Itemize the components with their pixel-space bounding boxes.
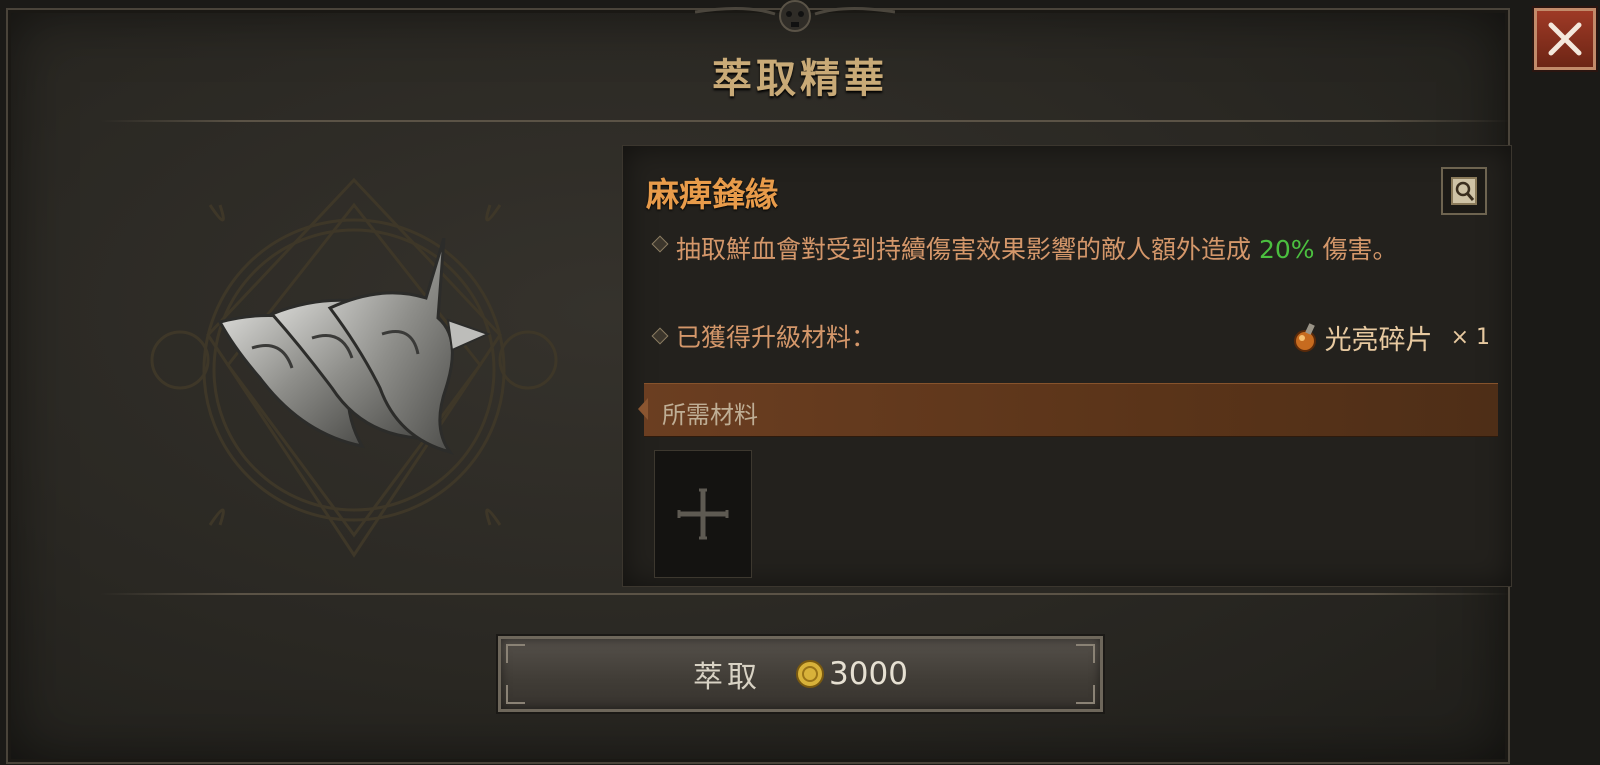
close-button[interactable] [1534, 8, 1596, 70]
description-suffix: 傷害。 [1314, 235, 1398, 264]
corner-ornament-icon [1076, 685, 1095, 704]
inspect-button[interactable] [1441, 167, 1487, 215]
magnify-scroll-icon [1451, 177, 1477, 205]
corner-ornament-icon [506, 644, 525, 663]
required-materials-label: 所需材料 [662, 401, 758, 429]
material-count: × 1 [1450, 325, 1490, 350]
gold-coin-icon [796, 660, 825, 688]
item-name: 麻痺鋒緣 [646, 175, 778, 214]
corner-ornament-icon [1076, 644, 1095, 663]
content-divider [100, 593, 1510, 595]
upgrade-material-label: 已獲得升級材料： [676, 323, 877, 352]
title-divider [100, 120, 1510, 122]
material-name: 光亮碎片 [1324, 325, 1433, 356]
close-icon [1548, 22, 1582, 56]
required-materials-bar [644, 383, 1498, 437]
dialog-title: 萃取精華 [712, 55, 888, 102]
corner-ornament-icon [506, 685, 525, 704]
extract-label: 萃取 [693, 660, 762, 695]
description-text: 抽取鮮血會對受到持續傷害效果影響的敵人額外造成 [676, 235, 1259, 264]
cost-value: 3000 [829, 656, 908, 692]
cross-icon [677, 488, 729, 540]
extract-button[interactable]: 萃取 3000 [498, 636, 1103, 712]
upgrade-material: 光亮碎片 × 1 [1291, 318, 1490, 357]
description-value: 20% [1258, 235, 1315, 264]
bar-notch-icon [638, 398, 648, 420]
extract-cost: 3000 [795, 656, 908, 692]
material-slot[interactable] [654, 450, 752, 578]
skull-ornament-icon [695, 0, 895, 32]
item-armor-icon [217, 238, 491, 455]
item-description: 抽取鮮血會對受到持續傷害效果影響的敵人額外造成 20% 傷害。 [676, 228, 1476, 272]
potion-shard-icon [1293, 322, 1316, 352]
